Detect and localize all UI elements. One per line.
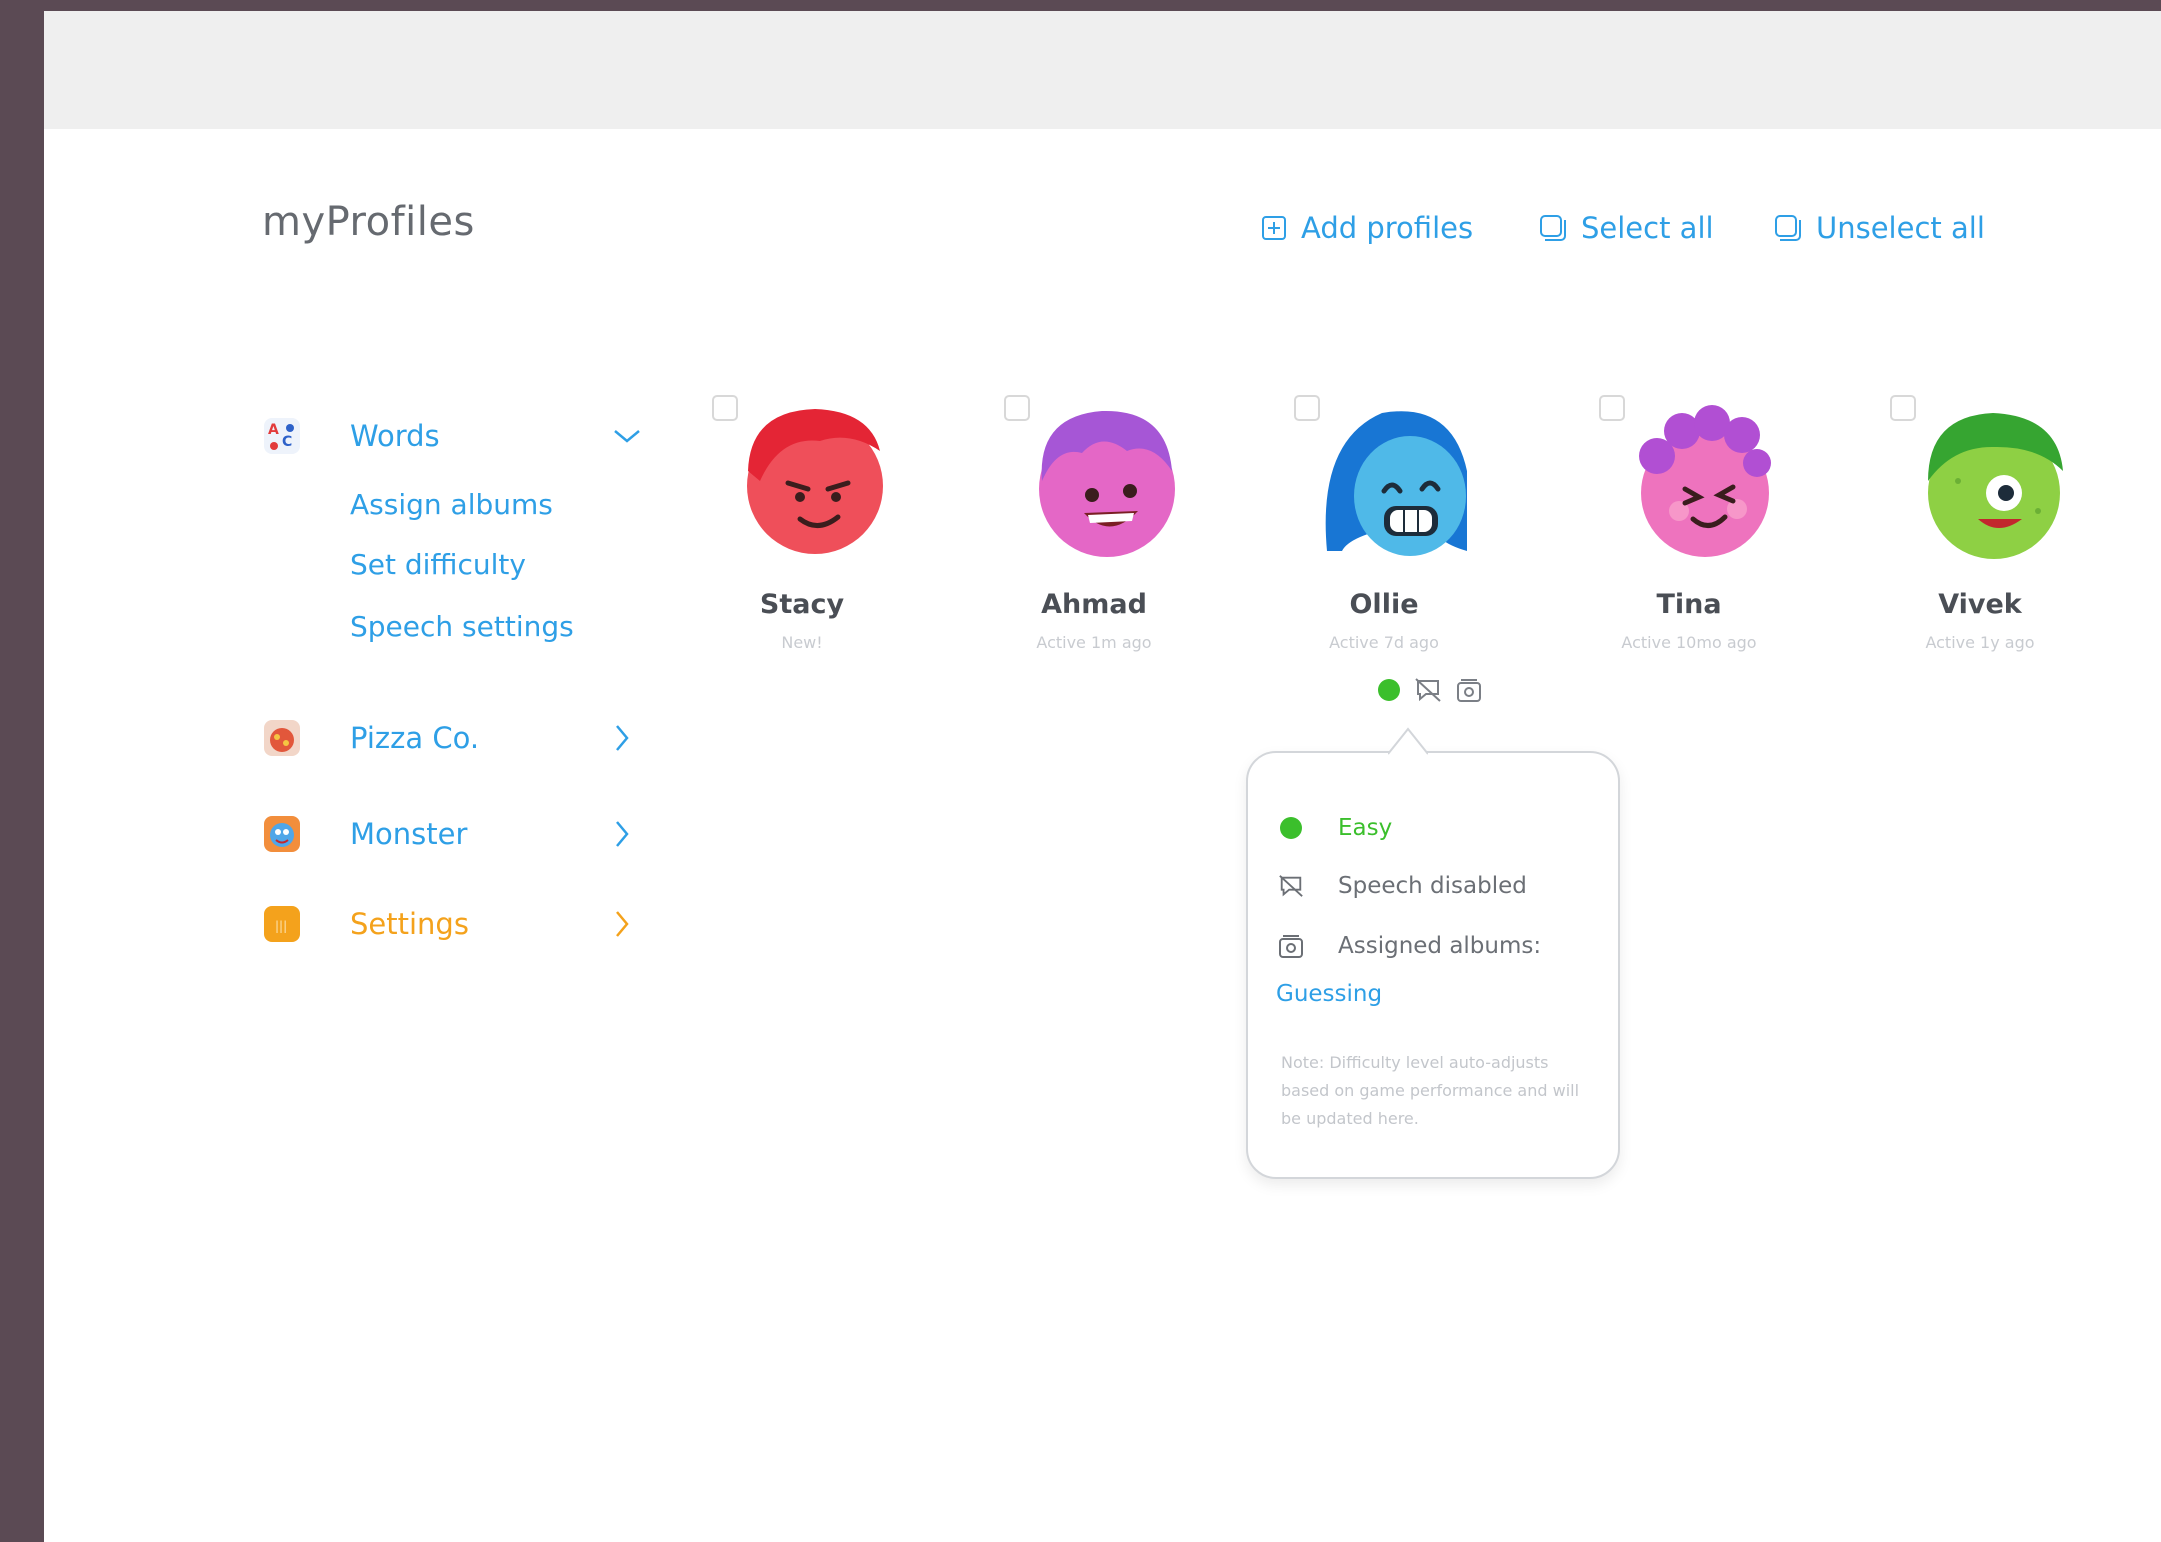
sidebar-item-pizza-co[interactable]: Pizza Co. — [262, 708, 662, 768]
set-difficulty-link[interactable]: Set difficulty — [350, 548, 526, 581]
vivek-avatar — [1928, 413, 2063, 559]
profile-status: Active 7d ago — [1329, 633, 1439, 652]
difficulty-easy-dot-icon — [1378, 679, 1400, 701]
popover-tail — [1388, 727, 1428, 755]
words-app-icon: A C — [262, 416, 302, 456]
albums-icon — [1279, 935, 1303, 958]
profile-card-tina[interactable]: Tina Active 10mo ago — [1569, 389, 1809, 669]
checkbox-icon — [1775, 215, 1801, 241]
difficulty-row: Easy — [1278, 815, 1392, 841]
svg-text:A: A — [268, 422, 279, 438]
profile-status: Active 1m ago — [1036, 633, 1152, 652]
speech-row: Speech disabled — [1278, 873, 1527, 899]
sidebar-item-label: Monster — [350, 817, 468, 851]
select-all-button[interactable]: Select all — [1539, 211, 1714, 245]
album-link[interactable]: Guessing — [1276, 981, 1382, 1007]
unselect-all-label: Unselect all — [1816, 211, 1985, 245]
profile-card-stacy[interactable]: Stacy New! — [682, 389, 922, 669]
profile-status: New! — [781, 633, 823, 652]
profile-status: Active 1y ago — [1925, 633, 2035, 652]
difficulty-label: Easy — [1338, 815, 1393, 841]
profile-status: Active 10mo ago — [1621, 633, 1757, 652]
sidebar-item-label: Pizza Co. — [350, 721, 480, 755]
sidebar-item-monster[interactable]: Monster — [262, 804, 662, 864]
tina-avatar — [1639, 405, 1771, 557]
profile-info-popover: Easy Speech disabled Assigned albums: Gu — [1246, 727, 1620, 1179]
profile-card-ahmad[interactable]: Ahmad Active 1m ago — [974, 389, 1214, 669]
sidebar-item-settings[interactable]: ||| Settings — [262, 894, 662, 954]
app-window: myProfiles Add profiles Select all Unsel… — [44, 11, 2161, 1542]
albums-row: Assigned albums: — [1278, 933, 1541, 959]
profile-checkbox[interactable] — [1004, 395, 1030, 421]
profile-card-vivek[interactable]: Vivek Active 1y ago — [1860, 389, 2100, 669]
unselect-all-button[interactable]: Unselect all — [1774, 211, 1985, 245]
albums-icon — [1457, 679, 1481, 702]
ahmad-avatar — [1039, 410, 1175, 557]
plus-square-icon — [1262, 216, 1286, 240]
chevron-right-icon — [616, 821, 629, 847]
profile-name: Ollie — [1349, 589, 1419, 620]
svg-text:C: C — [282, 434, 292, 450]
sidebar-item-words[interactable]: A C Words — [262, 406, 662, 466]
profile-checkbox[interactable] — [1890, 395, 1916, 421]
checkbox-icon — [1540, 215, 1566, 241]
pizza-app-icon — [262, 718, 302, 758]
difficulty-easy-dot-icon — [1280, 817, 1302, 839]
profile-name: Vivek — [1938, 589, 2022, 620]
ollie-status-icons[interactable] — [1378, 677, 1496, 703]
profile-name: Ahmad — [1041, 589, 1147, 620]
ollie-avatar — [1325, 411, 1467, 556]
header-actions: Add profiles Select all Unselect all — [1261, 211, 2161, 271]
select-all-label: Select all — [1581, 211, 1714, 245]
profile-checkbox[interactable] — [1294, 395, 1320, 421]
profile-checkbox[interactable] — [712, 395, 738, 421]
page-title: myProfiles — [262, 199, 475, 245]
profile-card-ollie[interactable]: Ollie Active 7d ago — [1264, 389, 1504, 669]
add-profiles-button[interactable]: Add profiles — [1261, 211, 1473, 245]
monster-app-icon — [262, 814, 302, 854]
settings-app-icon: ||| — [262, 904, 302, 944]
albums-label: Assigned albums: — [1338, 933, 1542, 959]
difficulty-note: Note: Difficulty level auto-adjusts base… — [1281, 1053, 1580, 1128]
chevron-down-icon — [614, 430, 640, 443]
speech-disabled-icon — [1279, 875, 1303, 897]
sidebar-item-label: Words — [350, 419, 440, 453]
profile-checkbox[interactable] — [1599, 395, 1625, 421]
chevron-right-icon — [616, 911, 629, 937]
profile-name: Stacy — [759, 589, 845, 620]
speech-status-label: Speech disabled — [1338, 873, 1527, 899]
speech-settings-link[interactable]: Speech settings — [350, 610, 574, 643]
assign-albums-link[interactable]: Assign albums — [350, 488, 553, 521]
add-profiles-label: Add profiles — [1301, 211, 1474, 245]
svg-text:|||: ||| — [275, 919, 287, 933]
profile-name: Tina — [1656, 589, 1722, 620]
chevron-right-icon — [616, 725, 629, 751]
speech-disabled-icon — [1415, 678, 1441, 702]
stacy-avatar — [747, 409, 883, 554]
sidebar-item-label: Settings — [350, 907, 469, 941]
top-bar — [44, 11, 2161, 129]
